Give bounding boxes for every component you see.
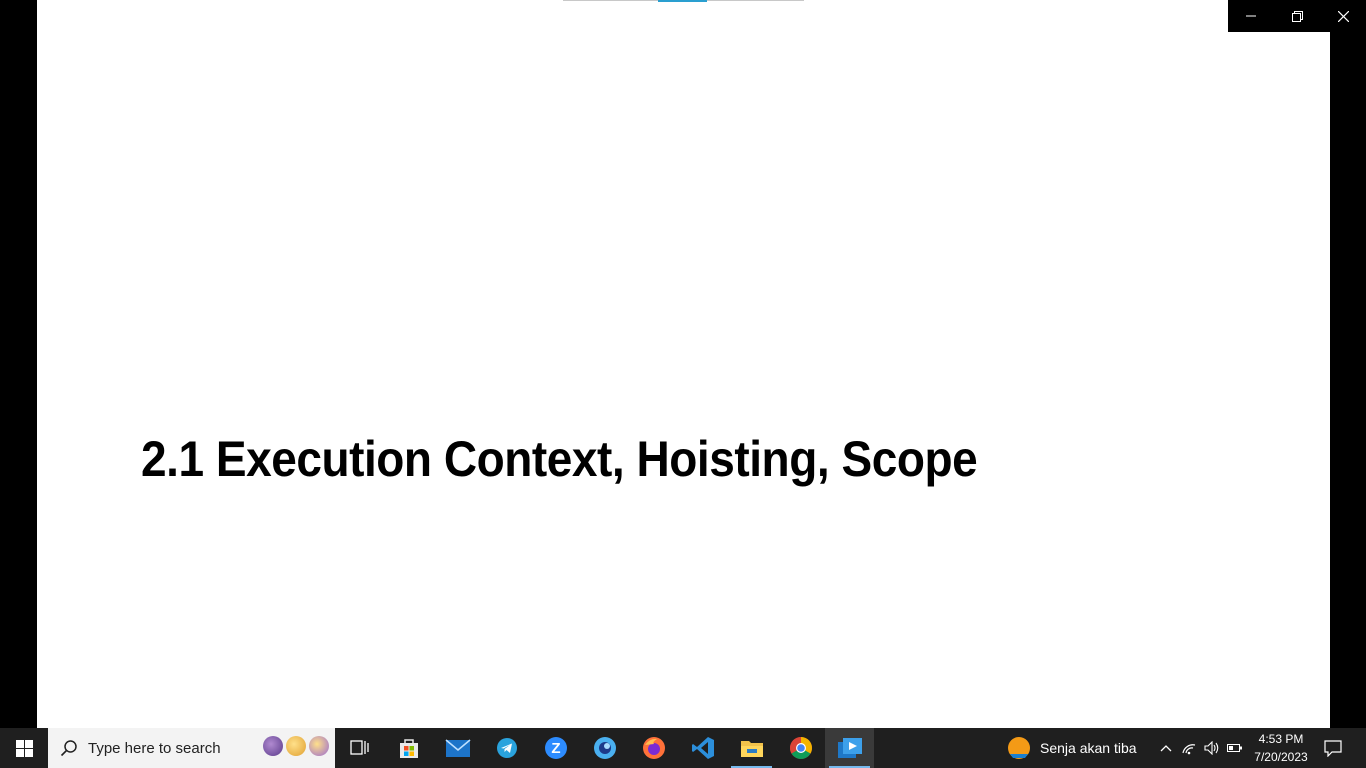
clock-time: 4:53 PM (1258, 732, 1304, 746)
moon-icon (286, 736, 306, 756)
volume-button[interactable] (1200, 728, 1223, 768)
chevron-up-icon (1160, 745, 1171, 752)
weather-widget[interactable]: Senja akan tiba (1006, 728, 1137, 768)
clock-date: 7/20/2023 (1254, 750, 1308, 764)
mail-icon (444, 739, 471, 757)
chrome-button[interactable] (776, 728, 825, 768)
moon-icon (309, 736, 329, 756)
close-button[interactable] (1320, 0, 1366, 32)
search-highlight-image[interactable] (260, 736, 329, 756)
svg-text:Z: Z (551, 740, 560, 757)
app-circle-icon (593, 737, 616, 759)
search-box[interactable] (48, 728, 335, 768)
window-controls (1228, 0, 1366, 32)
media-player-icon (837, 738, 862, 758)
slide: 2.1 Execution Context, Hoisting, Scope (37, 0, 1330, 728)
taskbar: Z (0, 728, 1366, 768)
restore-button[interactable] (1274, 0, 1320, 32)
moon-icon (263, 736, 283, 756)
task-view-button[interactable] (335, 728, 384, 768)
show-hidden-icons-button[interactable] (1154, 728, 1177, 768)
video-stage: 2.1 Execution Context, Hoisting, Scope (0, 0, 1366, 728)
wifi-icon (1181, 744, 1195, 755)
app-circle-button[interactable] (580, 728, 629, 768)
vscode-button[interactable] (678, 728, 727, 768)
microsoft-store-button[interactable] (384, 728, 433, 768)
restore-icon (1291, 10, 1303, 22)
task-view-icon (349, 740, 369, 755)
chrome-icon (789, 737, 812, 759)
windows-logo-icon (15, 739, 33, 757)
weather-text: Senja akan tiba (1040, 740, 1137, 756)
network-button[interactable] (1177, 728, 1200, 768)
notification-icon (1324, 739, 1342, 757)
telegram-button[interactable] (482, 728, 531, 768)
media-player-button[interactable] (825, 728, 874, 768)
speaker-icon (1203, 741, 1218, 755)
sunset-icon (1008, 737, 1030, 759)
notifications-button[interactable] (1318, 728, 1348, 768)
clock[interactable]: 4:53 PM 7/20/2023 (1250, 730, 1312, 766)
taskbar-apps: Z (335, 728, 874, 768)
system-tray (1154, 728, 1246, 768)
battery-button[interactable] (1223, 728, 1246, 768)
firefox-button[interactable] (629, 728, 678, 768)
battery-icon (1226, 744, 1242, 752)
close-icon (1337, 10, 1349, 22)
vscode-icon (691, 737, 714, 759)
minimize-button[interactable] (1228, 0, 1274, 32)
mail-button[interactable] (433, 728, 482, 768)
start-button[interactable] (0, 728, 48, 768)
slide-title: 2.1 Execution Context, Hoisting, Scope (141, 431, 978, 487)
telegram-icon (496, 738, 517, 758)
zoom-button[interactable]: Z (531, 728, 580, 768)
search-input[interactable] (86, 738, 260, 758)
progress-fill (658, 0, 707, 2)
minimize-icon (1246, 15, 1256, 17)
firefox-icon (642, 737, 665, 759)
zoom-icon: Z (544, 737, 567, 759)
file-explorer-icon (740, 741, 763, 757)
file-explorer-button[interactable] (727, 728, 776, 768)
microsoft-store-icon (399, 739, 418, 758)
search-icon (60, 740, 77, 757)
